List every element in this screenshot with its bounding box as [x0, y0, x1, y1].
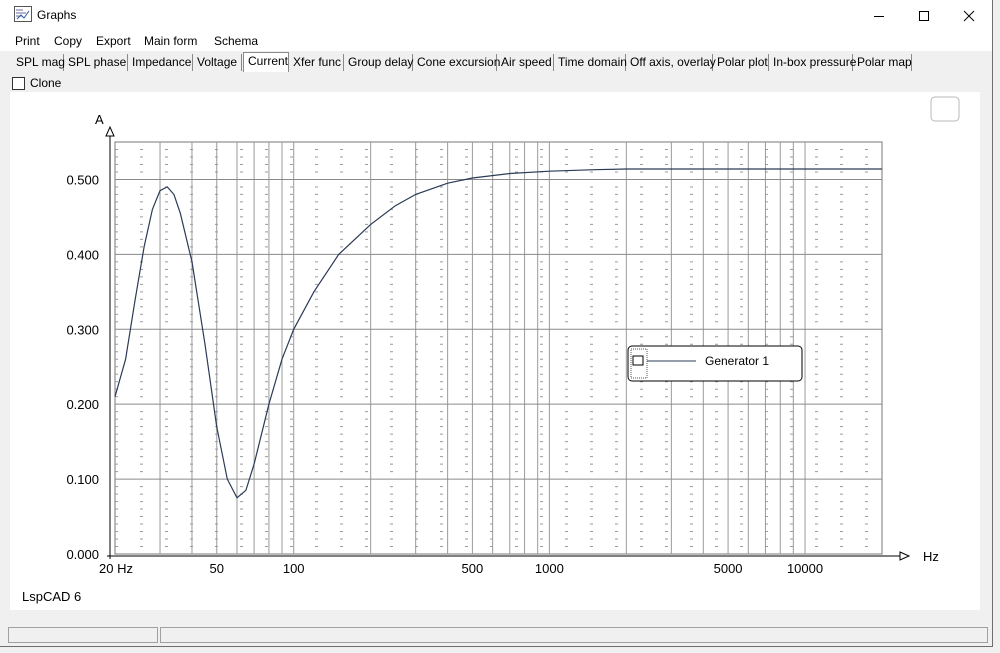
x-tick-label: 50 — [210, 561, 224, 576]
minimize-button[interactable] — [856, 0, 902, 31]
menu-copy[interactable]: Copy — [54, 34, 82, 48]
tab-spl-mag[interactable]: SPL mag — [12, 54, 65, 71]
clone-label: Clone — [30, 76, 62, 90]
menu-export[interactable]: Export — [96, 34, 131, 48]
footer-label: LspCAD 6 — [22, 589, 81, 604]
x-axis-arrow-icon — [899, 551, 911, 561]
close-icon — [963, 10, 975, 21]
x-axis-label: Hz — [923, 549, 939, 564]
x-tick-label: 10000 — [787, 561, 823, 576]
y-tick-label: 0.100 — [66, 472, 99, 487]
tab-current[interactable]: Current — [243, 52, 289, 72]
tab-impedance[interactable]: Impedance — [128, 54, 193, 71]
status-panel-2 — [160, 627, 988, 643]
tab-cone-excursion[interactable]: Cone excursion — [413, 54, 500, 71]
menu-main-form[interactable]: Main form — [144, 34, 197, 48]
x-tick-label: 1000 — [535, 561, 564, 576]
app-icon — [14, 6, 32, 22]
tab-in-box-pressure[interactable]: In-box pressure — [769, 54, 856, 71]
tab-voltage[interactable]: Voltage — [193, 54, 242, 71]
options-button[interactable] — [930, 96, 960, 122]
tab-air-speed[interactable]: Air speed — [497, 54, 554, 71]
minimize-icon — [874, 15, 884, 17]
y-tick-label: 0.200 — [66, 397, 99, 412]
y-axis-arrow-icon — [105, 125, 115, 137]
tab-polar-plot[interactable]: Polar plot — [713, 54, 769, 71]
title-bar[interactable]: Graphs — [0, 0, 992, 31]
maximize-button[interactable] — [901, 0, 947, 31]
x-tick-label: 20 Hz — [99, 561, 133, 576]
tab-polar-map[interactable]: Polar map — [853, 54, 912, 71]
plot-panel: LspCAD 6 0.000 0.100 0.200 0.300 0.400 0.500 2… — [10, 92, 980, 610]
y-tick-label: 0.000 — [66, 547, 99, 562]
tab-off-axis-overlay[interactable]: Off axis, overlay — [626, 54, 716, 71]
close-button[interactable] — [946, 0, 992, 31]
y-tick-label: 0.300 — [66, 322, 99, 337]
menu-bar: Print Copy Export Main form Schema — [0, 31, 992, 51]
graph-tabs: SPL mag SPL phase Impedance Voltage Curr… — [0, 52, 992, 73]
legend-entry: Generator 1 — [705, 354, 769, 368]
y-tick-label: 0.400 — [66, 247, 99, 262]
x-tick-label: 5000 — [714, 561, 743, 576]
tab-time-domain[interactable]: Time domain — [554, 54, 627, 71]
tab-spl-phase[interactable]: SPL phase — [64, 54, 128, 71]
window-title: Graphs — [37, 8, 77, 22]
status-bar — [8, 626, 990, 645]
y-tick-label: 0.500 — [66, 172, 99, 187]
y-axis-label: A — [95, 112, 104, 127]
maximize-icon — [919, 10, 929, 21]
current-chart[interactable]: LspCAD 6 0.000 0.100 0.200 0.300 0.400 0.500 2… — [10, 92, 980, 610]
x-tick-label: 100 — [283, 561, 305, 576]
tab-group-delay[interactable]: Group delay — [344, 54, 413, 71]
legend-checkbox[interactable] — [632, 355, 644, 366]
tab-xfer-func[interactable]: Xfer func — [289, 54, 344, 71]
graphs-window: Graphs Print Copy Export Main form Schem… — [0, 0, 993, 647]
menu-print[interactable]: Print — [15, 34, 40, 48]
x-tick-label: 500 — [462, 561, 484, 576]
menu-schema[interactable]: Schema — [214, 34, 258, 48]
status-panel-1 — [8, 627, 158, 643]
clone-checkbox[interactable] — [12, 77, 25, 90]
